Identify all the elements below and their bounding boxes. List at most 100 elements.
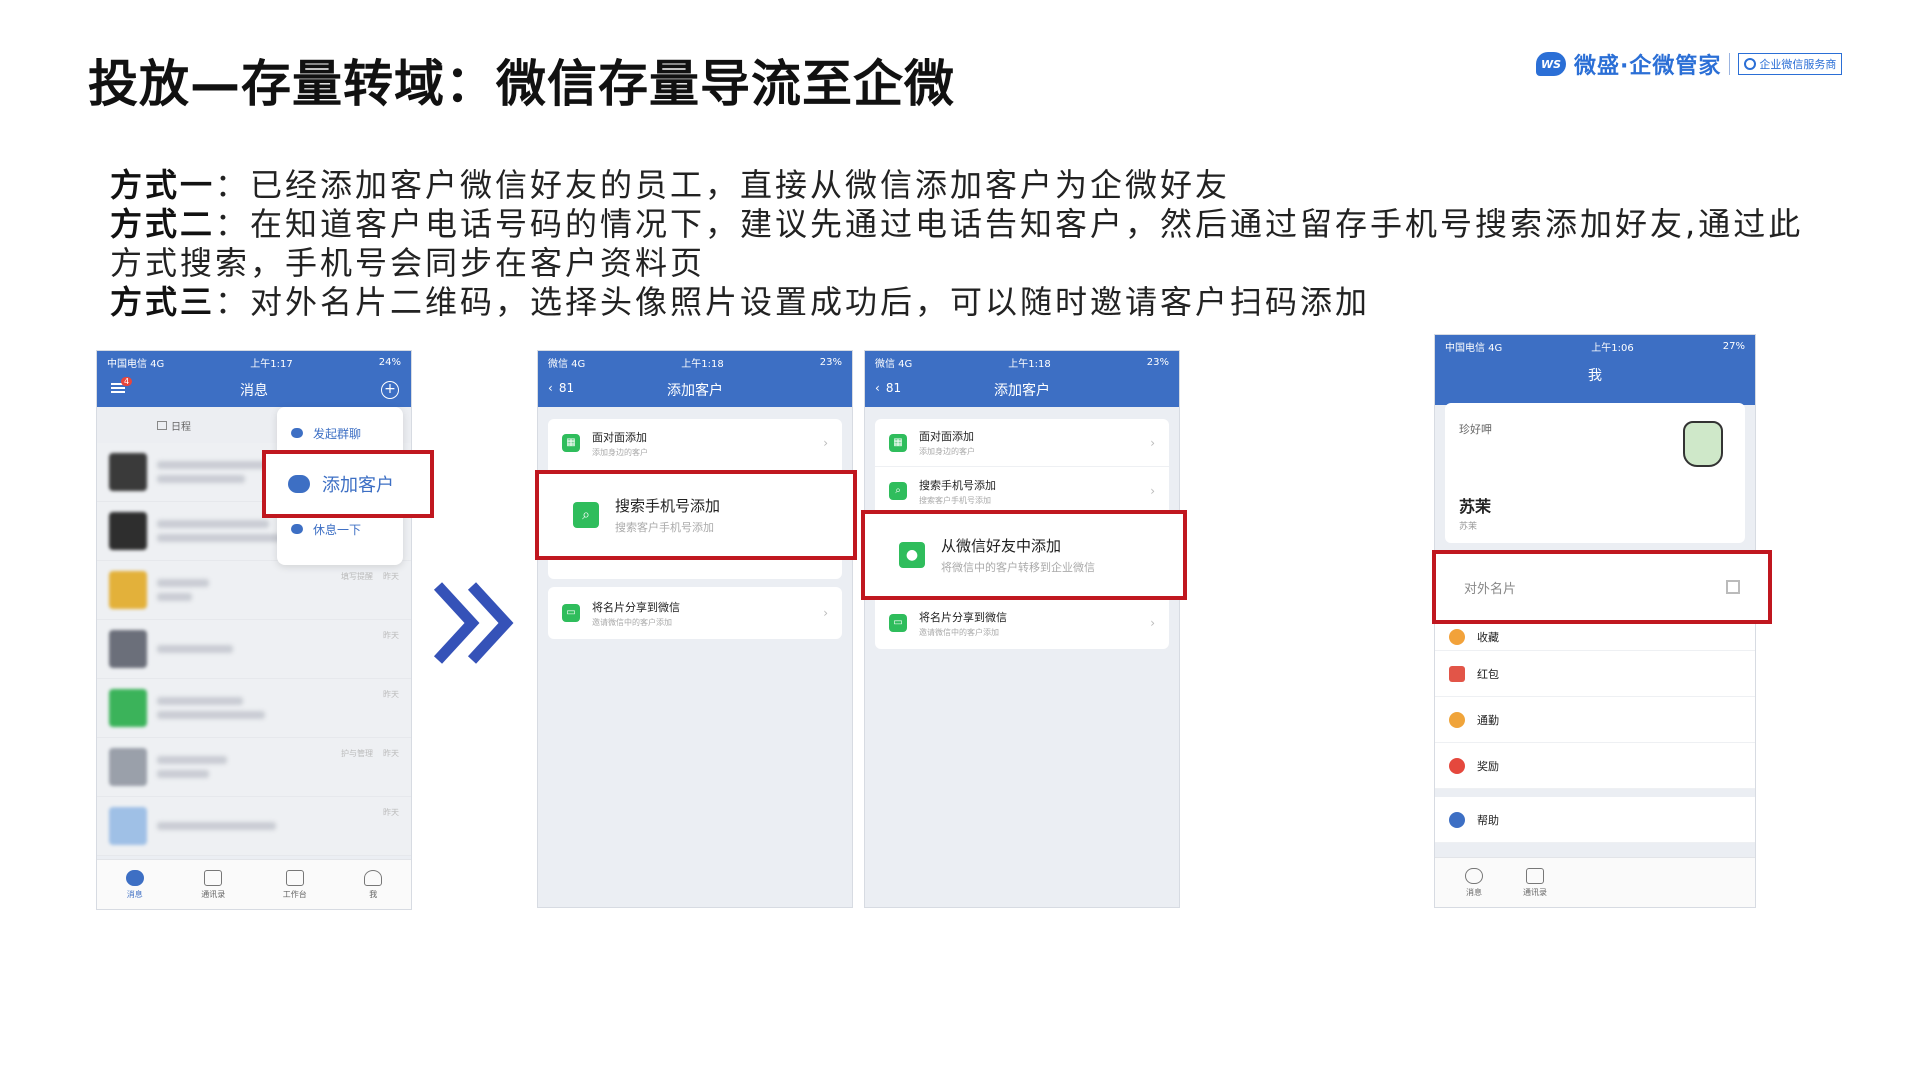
carrier: 微信 4G bbox=[875, 358, 913, 370]
option-share-card[interactable]: ▭ 将名片分享到微信 邀请微信中的客户添加 › bbox=[875, 599, 1169, 647]
service-provider-label: 企业微信服务商 bbox=[1759, 58, 1837, 71]
avatar bbox=[109, 748, 147, 786]
back-count: 81 bbox=[558, 381, 575, 395]
option-sub: 将微信中的客户转移到企业微信 bbox=[941, 561, 1095, 574]
battery: 23% bbox=[1146, 356, 1169, 368]
menu-row-label: 收藏 bbox=[1477, 630, 1499, 644]
chat-time: 昨天 bbox=[383, 808, 399, 817]
menu-row-label: 帮助 bbox=[1477, 813, 1499, 827]
menu-row-red-packet[interactable]: 红包 bbox=[1435, 651, 1755, 697]
status-bar: 中国电信 4G 上午1:17 24% bbox=[97, 351, 411, 373]
chevron-right-icon: › bbox=[823, 606, 828, 620]
option-label: 搜索手机号添加 bbox=[615, 497, 721, 515]
company-name: 珍好呷 bbox=[1459, 423, 1492, 436]
tab-label: 通讯录 bbox=[1523, 887, 1547, 897]
menu-row-commute[interactable]: 通勤 bbox=[1435, 697, 1755, 743]
nav-bar: ‹ 81 添加客户 bbox=[865, 373, 1179, 407]
red-packet-icon bbox=[1449, 665, 1465, 682]
option-search-phone[interactable]: ⌕ 搜索手机号添加 搜索客户手机号添加 › bbox=[875, 467, 1169, 515]
gift-bag-icon bbox=[1683, 421, 1723, 467]
message-icon bbox=[125, 869, 144, 886]
tab-messages[interactable]: 消息 bbox=[1465, 867, 1483, 898]
highlight-search-phone[interactable]: ⌕ 搜索手机号添加 搜索客户手机号添加 bbox=[535, 470, 857, 560]
tab-me[interactable]: 我 bbox=[364, 869, 383, 900]
add-icon[interactable]: + bbox=[381, 381, 399, 399]
chevron-left-icon: ‹ bbox=[548, 381, 553, 395]
avatar bbox=[109, 571, 147, 609]
business-card-label: 对外名片 bbox=[1464, 581, 1517, 597]
option-face-to-face[interactable]: ▦ 面对面添加 添加身边的客户 › bbox=[875, 419, 1169, 467]
highlight-business-card[interactable]: 对外名片 bbox=[1432, 550, 1772, 624]
option-face-to-face[interactable]: ▦ 面对面添加 添加身边的客户 › bbox=[548, 419, 842, 467]
nav-bar: 4 消息 + bbox=[97, 373, 411, 407]
avatar bbox=[109, 630, 147, 668]
back-button[interactable]: ‹ 81 bbox=[875, 381, 901, 395]
chat-snippet: 填写提醒 bbox=[341, 572, 373, 581]
qr-icon: ▦ bbox=[562, 434, 580, 452]
menu-row-rewards[interactable]: 奖励 bbox=[1435, 743, 1755, 789]
tab-label: 消息 bbox=[1466, 887, 1482, 897]
user-name-sub: 苏茉 bbox=[1459, 522, 1478, 532]
double-chevron-icon bbox=[433, 582, 514, 664]
nav-title: 添加客户 bbox=[994, 383, 1050, 399]
chat-snippet: 护与管理 bbox=[341, 749, 373, 758]
option-sub: 添加身边的客户 bbox=[592, 447, 648, 457]
option-label: 面对面添加 bbox=[592, 430, 647, 444]
method-two: 方式二：在知道客户电话号码的情况下，建议先通过电话告知客户，然后通过留存手机号搜… bbox=[110, 205, 1830, 283]
tab-workbench[interactable]: 工作台 bbox=[283, 869, 307, 900]
search-icon: ⌕ bbox=[889, 482, 907, 500]
tab-contacts[interactable]: 通讯录 bbox=[201, 869, 225, 900]
tab-contacts[interactable]: 通讯录 bbox=[1523, 867, 1547, 898]
chat-bubble-icon bbox=[291, 428, 303, 438]
menu-item-group-chat[interactable]: 发起群聊 bbox=[277, 413, 403, 453]
user-name: 苏茉 bbox=[1459, 497, 1492, 516]
calendar-icon bbox=[157, 420, 167, 430]
cup-icon bbox=[291, 524, 303, 534]
tab-messages[interactable]: 消息 bbox=[125, 869, 144, 900]
tab-label: 我 bbox=[369, 889, 378, 899]
method-description: ：已经添加客户微信好友的员工，直接从微信添加客户为企微好友 bbox=[215, 166, 1231, 204]
profile-card[interactable]: 珍好呷 苏茉 苏茉 bbox=[1445, 403, 1745, 543]
nav-title: 添加客户 bbox=[667, 383, 723, 399]
chevron-right-icon: › bbox=[1150, 616, 1155, 630]
ws-logo-icon: WS bbox=[1536, 52, 1566, 76]
list-item[interactable]: 填写提醒 昨天 bbox=[97, 561, 411, 620]
add-customer-label[interactable]: 添加客户 bbox=[322, 471, 394, 497]
status-time: 上午1:17 bbox=[250, 358, 293, 370]
card-icon: ▭ bbox=[562, 604, 580, 622]
tab-bar: 消息 通讯录 工作台 我 bbox=[97, 859, 411, 909]
list-item[interactable]: 昨天 bbox=[97, 679, 411, 738]
menu-row-help[interactable]: 帮助 bbox=[1435, 797, 1755, 843]
method-label: 方式三 bbox=[110, 283, 216, 321]
search-icon bbox=[1744, 58, 1757, 70]
list-item[interactable]: 昨天 bbox=[97, 797, 411, 856]
status-bar: 微信 4G 上午1:18 23% bbox=[865, 351, 1179, 373]
chat-time: 昨天 bbox=[383, 690, 399, 699]
status-time: 上午1:18 bbox=[1008, 358, 1051, 370]
list-item[interactable]: 昨天 bbox=[97, 620, 411, 679]
chevron-right-icon: › bbox=[1150, 435, 1155, 450]
favorites-icon bbox=[1449, 628, 1465, 645]
avatar bbox=[109, 689, 147, 727]
nav-bar: ‹ 81 添加客户 bbox=[538, 373, 852, 407]
highlight-wechat-friends[interactable]: ● 从微信好友中添加 将微信中的客户转移到企业微信 bbox=[861, 510, 1187, 600]
menu-row-favorites[interactable]: 收藏 bbox=[1435, 623, 1755, 651]
carrier: 中国电信 4G bbox=[1445, 342, 1503, 354]
back-count: 81 bbox=[885, 381, 902, 395]
option-sub: 添加身边的客户 bbox=[919, 447, 975, 456]
option-sub: 邀请微信中的客户添加 bbox=[592, 617, 672, 627]
tab-label: 消息 bbox=[126, 889, 143, 899]
qr-code-icon bbox=[1726, 580, 1740, 594]
wechat-icon: ● bbox=[899, 542, 925, 568]
chat-time: 昨天 bbox=[383, 572, 399, 581]
menu-item-label: 休息一下 bbox=[313, 522, 362, 537]
list-item[interactable]: 护与管理 昨天 bbox=[97, 738, 411, 797]
nav-title: 我 bbox=[1588, 368, 1602, 384]
slide-title: 投放—存量转域：微信存量导流至企微 bbox=[88, 55, 955, 113]
option-share-card[interactable]: ▭ 将名片分享到微信 邀请微信中的客户添加 › bbox=[548, 587, 842, 639]
method-one: 方式一：已经添加客户微信好友的员工，直接从微信添加客户为企微好友 bbox=[110, 166, 1830, 205]
carrier: 中国电信 4G bbox=[107, 358, 165, 370]
option-card: ▭ 将名片分享到微信 邀请微信中的客户添加 › bbox=[548, 587, 842, 639]
back-button[interactable]: ‹ 81 bbox=[548, 381, 574, 395]
option-sub: 搜索客户手机号添加 bbox=[615, 521, 714, 534]
